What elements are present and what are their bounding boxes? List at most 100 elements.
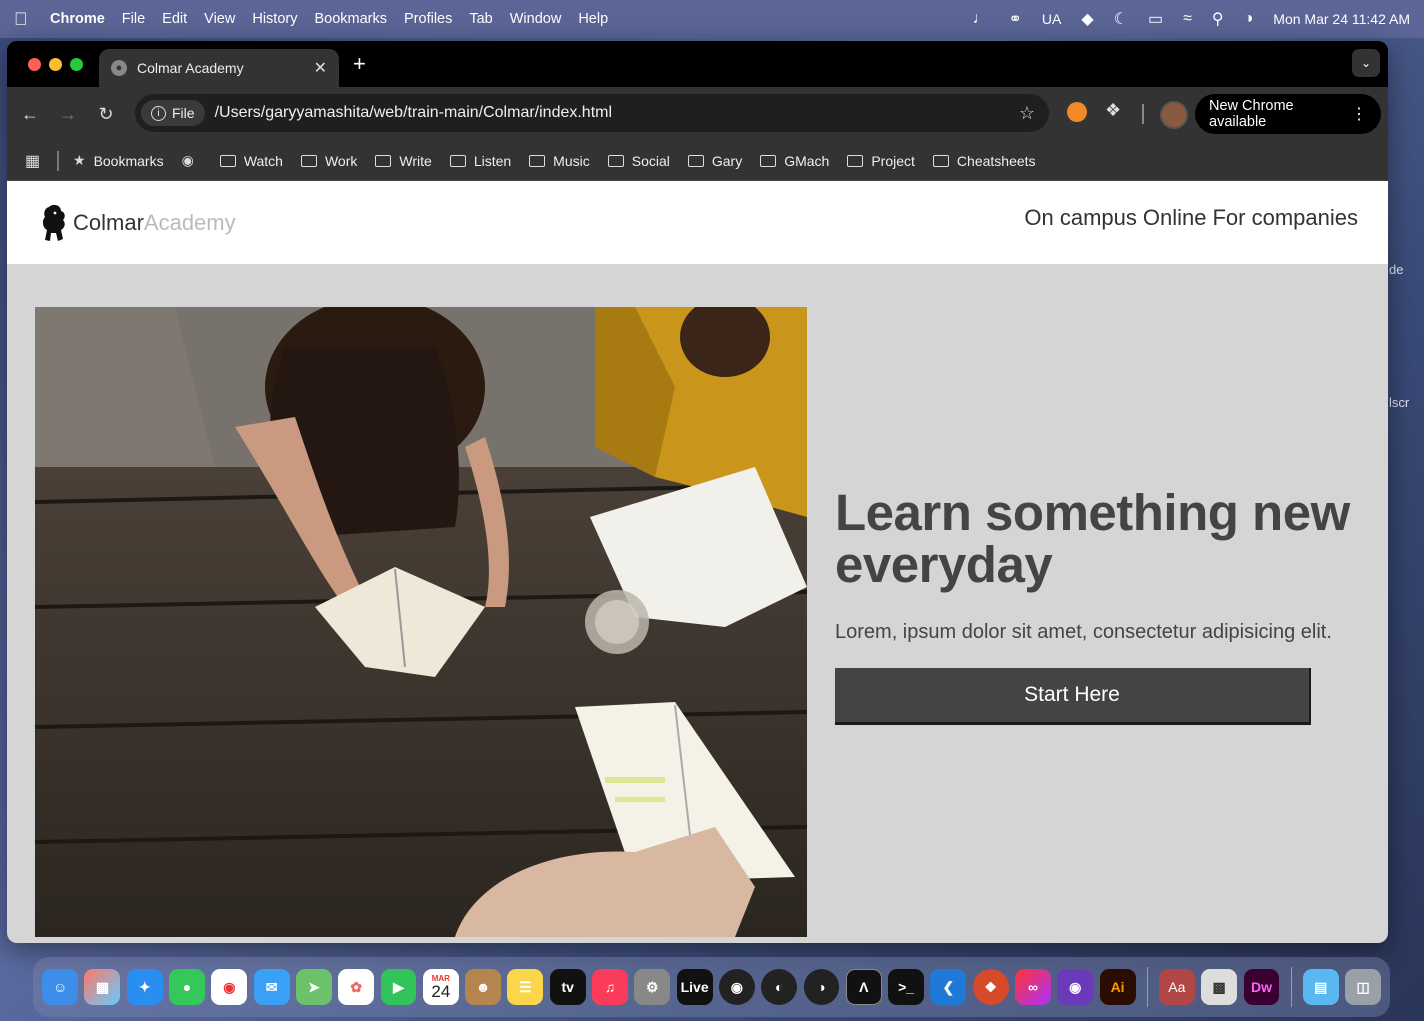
messages-icon[interactable]: ● [169,969,205,1005]
desktop-label-mid: lscr [1389,395,1410,410]
menu-tab[interactable]: Tab [469,11,492,27]
menu-help[interactable]: Help [578,11,608,27]
browser-toolbar: ← → ↻ i File /Users/garyyamashita/web/tr… [7,87,1388,141]
start-here-button[interactable]: Start Here [835,668,1311,725]
apple-menu-icon[interactable]:  [14,9,36,30]
terminal-icon[interactable]: >_ [888,969,925,1005]
tab-search-button[interactable]: ⌄ [1352,49,1380,77]
extension-orange-icon[interactable] [1067,102,1087,122]
menu-view[interactable]: View [204,11,235,27]
hero-text-block: Learn something new everyday Lorem, ipsu… [835,487,1355,725]
creative-cloud-dock-icon[interactable]: ∞ [1015,969,1051,1005]
menu-window[interactable]: Window [510,11,562,27]
macos-menubar:  Chrome File Edit View History Bookmark… [0,0,1424,38]
forward-button[interactable]: → [49,104,87,125]
bookmark-star-icon[interactable]: ☆ [1019,103,1035,124]
bookmark-label: Watch [243,152,283,169]
bookmark-folder-listen[interactable]: Listen [449,153,511,169]
maps-icon[interactable]: ➤ [295,969,332,1005]
chrome-icon[interactable]: ◉ [211,969,248,1005]
bookmark-folder-gary[interactable]: Gary [687,152,743,169]
facetime-icon[interactable]: ▶ [380,969,417,1005]
bookmark-folder-social[interactable]: Social [607,153,670,169]
control-center-icon[interactable]: ◑ [1244,10,1254,28]
menu-app-name[interactable]: Chrome [50,11,105,27]
menubar-clock[interactable]: Mon Mar 24 11:42 AM [1273,11,1410,27]
ua-status[interactable]: UA [1042,11,1061,27]
close-window-button[interactable] [28,57,41,71]
safari-icon[interactable]: ✦ [126,969,163,1005]
mail-icon[interactable]: ✉ [253,969,290,1005]
new-tab-button[interactable]: + [353,51,366,77]
ableton-live-icon[interactable]: Live [676,969,713,1005]
vscode-icon[interactable]: ❮ [930,969,967,1005]
obs-icon[interactable]: ◉ [718,969,755,1005]
new-chrome-available-button[interactable]: New Chrome available ⋮ [1195,94,1381,134]
tab-colmar-academy[interactable]: ● Colmar Academy ✕ [99,49,339,87]
bookmark-folder-work[interactable]: Work [300,153,357,169]
nav-on-campus[interactable]: On campus [1024,205,1137,231]
bookmark-folder-music[interactable]: Music [529,153,590,169]
menu-file[interactable]: File [122,11,145,27]
site-logo[interactable]: Colmar Academy [39,203,236,243]
desktop-label-top: de [1389,262,1404,277]
bookmark-globe[interactable]: ◉ [182,152,202,169]
notes-icon[interactable]: ☰ [507,969,544,1005]
bookmark-folder-watch[interactable]: Watch [219,152,283,169]
music-icon[interactable]: ♫ [592,969,628,1005]
bookmark-all-bookmarks[interactable]: ★ Bookmarks [73,152,164,169]
extensions-puzzle-icon[interactable]: ❖ [1105,100,1121,121]
focus-moon-icon[interactable]: ☾ [1114,9,1128,29]
preview-icon[interactable]: ▩ [1201,969,1238,1005]
ua-console-icon[interactable]: ◑ [803,969,840,1005]
contacts-icon[interactable]: ☻ [465,969,502,1005]
wifi-icon[interactable]: ≈ [1183,10,1192,28]
bookmark-folder-cheatsheets[interactable]: Cheatsheets [932,153,1036,169]
github-desktop-icon[interactable]: ◉ [1057,969,1094,1005]
apps-grid-icon[interactable]: ▦ [25,151,51,171]
dictionary-icon[interactable]: Aa [1158,969,1195,1005]
bookmark-folder-gmach[interactable]: GMach [760,153,829,169]
menu-profiles[interactable]: Profiles [404,11,452,27]
illustrator-icon[interactable]: Ai [1099,969,1136,1005]
site-info-chip[interactable]: i File [141,100,205,126]
reload-button[interactable]: ↻ [87,104,125,125]
creative-cloud-icon[interactable]: ⚭ [1008,9,1021,29]
nav-online[interactable]: Online [1143,205,1207,231]
folder-icon [687,154,704,167]
bookmark-folder-project[interactable]: Project [847,153,915,169]
menu-bookmarks[interactable]: Bookmarks [314,11,387,27]
calendar-icon[interactable]: MAR 24 [422,969,459,1005]
back-button[interactable]: ← [11,104,49,125]
folder-icon [607,154,624,167]
dreamweaver-icon[interactable]: Dw [1243,969,1280,1005]
ua-connect-icon[interactable]: ◆ [1081,9,1093,29]
finder-icon[interactable]: ☺ [42,969,79,1005]
photos-icon[interactable]: ✿ [338,969,375,1005]
ai-label: Ai [1110,979,1125,995]
system-settings-icon[interactable]: ⚙ [634,969,671,1005]
tuner-icon[interactable]: ♩ [972,10,988,28]
apple-tv-icon[interactable]: tv [549,969,586,1005]
minimize-window-button[interactable] [49,57,62,71]
launchpad-icon[interactable]: ▦ [84,969,121,1005]
folder-icon [219,154,236,167]
zoom-window-button[interactable] [70,57,83,71]
bookmarks-divider [57,150,59,171]
nav-for-companies[interactable]: For companies [1212,205,1358,231]
battery-icon[interactable]: ▭ [1148,9,1163,29]
trash-icon[interactable]: ◫ [1345,969,1382,1005]
spotlight-search-icon[interactable]: ⚲ [1212,9,1224,29]
downloads-folder-icon[interactable]: ▤ [1302,969,1339,1005]
bookmark-folder-write[interactable]: Write [375,153,432,169]
close-tab-icon[interactable]: ✕ [314,58,327,78]
profile-avatar[interactable] [1160,101,1188,129]
menu-history[interactable]: History [252,11,297,27]
compass-app-icon[interactable]: ❖ [972,969,1009,1005]
address-bar[interactable]: i File /Users/garyyamashita/web/train-ma… [135,94,1049,132]
url-text[interactable]: /Users/garyyamashita/web/train-main/Colm… [215,104,612,122]
ua-connect-dock-icon[interactable]: ◐ [761,969,798,1005]
affinity-icon[interactable]: Λ [845,969,882,1005]
bookmark-label: Gary [711,152,743,169]
menu-edit[interactable]: Edit [162,11,187,27]
